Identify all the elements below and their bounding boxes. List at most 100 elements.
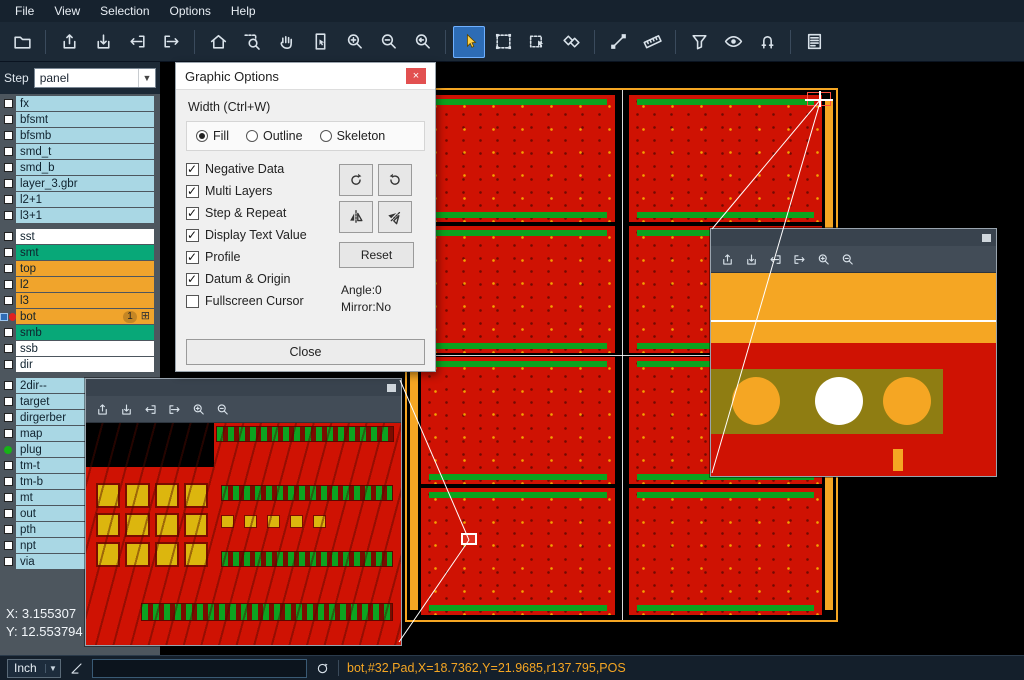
close-icon[interactable]: ×: [406, 68, 426, 84]
layer-checkbox[interactable]: [4, 131, 13, 140]
layer-checkbox[interactable]: [4, 344, 13, 353]
layer-row[interactable]: bot 1 ⊞: [0, 309, 160, 324]
layer-checkbox[interactable]: [4, 509, 13, 518]
layer-visibility-cell[interactable]: [0, 96, 16, 111]
layer-visibility-cell[interactable]: [0, 522, 16, 537]
layer-visibility-cell[interactable]: [0, 426, 16, 441]
pcb-board[interactable]: [629, 95, 823, 222]
layer-checkbox[interactable]: [4, 115, 13, 124]
checkbox-icon[interactable]: [186, 207, 199, 220]
close-button[interactable]: Close: [186, 339, 425, 365]
layer-row[interactable]: dir ⊞: [0, 357, 160, 372]
checkbox-option[interactable]: Negative Data: [186, 162, 339, 176]
reset-button[interactable]: Reset: [339, 242, 414, 268]
radio-icon[interactable]: [246, 130, 258, 142]
magnifier-1-view[interactable]: [86, 423, 401, 645]
menu-item[interactable]: Help: [222, 2, 265, 20]
layer-checkbox[interactable]: [4, 280, 13, 289]
marquee-select-icon[interactable]: [487, 26, 519, 58]
layer-checkbox[interactable]: [4, 211, 13, 220]
checkbox-option[interactable]: Step & Repeat: [186, 206, 339, 220]
pcb-board[interactable]: [629, 488, 823, 615]
layer-visibility-cell[interactable]: [0, 309, 16, 324]
layer-row[interactable]: sst ⊞: [0, 229, 160, 244]
layer-visibility-cell[interactable]: [0, 442, 16, 457]
layer-row[interactable]: fx ⊞: [0, 96, 160, 111]
layer-checkbox[interactable]: [4, 557, 13, 566]
layer-row[interactable]: smt ⊞: [0, 245, 160, 260]
snap-icon[interactable]: [751, 26, 783, 58]
mirror-diagonal-button[interactable]: [378, 201, 412, 233]
export-up-icon[interactable]: [720, 252, 735, 267]
layer-checkbox[interactable]: [4, 477, 13, 486]
checkbox-icon[interactable]: [186, 229, 199, 242]
layer-visibility-cell[interactable]: [0, 490, 16, 505]
layer-row[interactable]: bfsmb ⊞: [0, 128, 160, 143]
layer-visibility-cell[interactable]: [0, 554, 16, 569]
zoom-out-icon[interactable]: [215, 402, 230, 417]
layer-visibility-cell[interactable]: [0, 128, 16, 143]
layer-visibility-cell[interactable]: [0, 474, 16, 489]
layer-checkbox[interactable]: [4, 328, 13, 337]
layer-row[interactable]: layer_3.gbr ⊞: [0, 176, 160, 191]
layer-color-bar[interactable]: l2+1 ⊞: [16, 192, 154, 207]
magnifier-2-view[interactable]: [711, 273, 996, 476]
layer-checkbox[interactable]: [4, 232, 13, 241]
chevron-down-icon[interactable]: ▼: [45, 664, 60, 673]
rotate-ccw-button[interactable]: [378, 164, 412, 196]
layer-row[interactable]: smb ⊞: [0, 325, 160, 340]
rotate-cw-button[interactable]: [339, 164, 373, 196]
layer-checkbox[interactable]: [4, 461, 13, 470]
layer-visibility-cell[interactable]: [0, 261, 16, 276]
layer-visibility-cell[interactable]: [0, 192, 16, 207]
layer-color-bar[interactable]: smb ⊞: [16, 325, 154, 340]
radio-option[interactable]: Outline: [246, 129, 303, 143]
zoom-window-icon[interactable]: [236, 26, 268, 58]
menu-item[interactable]: Options: [161, 2, 220, 20]
layer-visibility-cell[interactable]: [0, 277, 16, 292]
step-select[interactable]: panel ▼: [34, 68, 156, 88]
magnifier-2-titlebar[interactable]: [711, 229, 996, 246]
dialog-titlebar[interactable]: Graphic Options ×: [176, 63, 435, 90]
transform-select-icon[interactable]: [521, 26, 553, 58]
pointer-select-icon[interactable]: [453, 26, 485, 58]
layer-color-bar[interactable]: smd_t ⊞: [16, 144, 154, 159]
zoom-in-icon[interactable]: [338, 26, 370, 58]
pan-right-icon[interactable]: [792, 252, 807, 267]
radio-option[interactable]: Skeleton: [320, 129, 386, 143]
pan-right-icon[interactable]: [155, 26, 187, 58]
checkbox-option[interactable]: Display Text Value: [186, 228, 339, 242]
layer-checkbox[interactable]: [4, 429, 13, 438]
layer-checkbox[interactable]: [4, 397, 13, 406]
filter-icon[interactable]: [683, 26, 715, 58]
layer-checkbox[interactable]: [4, 381, 13, 390]
layer-color-bar[interactable]: bfsmt ⊞: [16, 112, 154, 127]
zoom-in-icon[interactable]: [816, 252, 831, 267]
checkbox-icon[interactable]: [186, 273, 199, 286]
pan-left-icon[interactable]: [121, 26, 153, 58]
layer-row[interactable]: bfsmt ⊞: [0, 112, 160, 127]
layer-checkbox[interactable]: [4, 296, 13, 305]
layer-visibility-cell[interactable]: [0, 410, 16, 425]
pcb-board[interactable]: [421, 488, 615, 615]
layer-row[interactable]: l3+1 ⊞: [0, 208, 160, 223]
layer-color-bar[interactable]: sst ⊞: [16, 229, 154, 244]
layer-row[interactable]: ssb ⊞: [0, 341, 160, 356]
layer-visibility-cell[interactable]: [0, 144, 16, 159]
import-down-icon[interactable]: [87, 26, 119, 58]
select-doc-icon[interactable]: [304, 26, 336, 58]
checkbox-option[interactable]: Profile: [186, 250, 339, 264]
pan-left-icon[interactable]: [143, 402, 158, 417]
layer-checkbox[interactable]: [4, 147, 13, 156]
layer-checkbox[interactable]: [4, 525, 13, 534]
layer-visibility-cell[interactable]: [0, 229, 16, 244]
measure-line-icon[interactable]: [602, 26, 634, 58]
pcb-board[interactable]: [421, 226, 615, 353]
magnifier-1-titlebar[interactable]: [86, 379, 401, 396]
layer-row[interactable]: smd_b ⊞: [0, 160, 160, 175]
layer-color-bar[interactable]: fx ⊞: [16, 96, 154, 111]
command-input[interactable]: [92, 659, 307, 678]
layer-visibility-cell[interactable]: [0, 341, 16, 356]
export-up-icon[interactable]: [95, 402, 110, 417]
layer-color-bar[interactable]: ssb ⊞: [16, 341, 154, 356]
